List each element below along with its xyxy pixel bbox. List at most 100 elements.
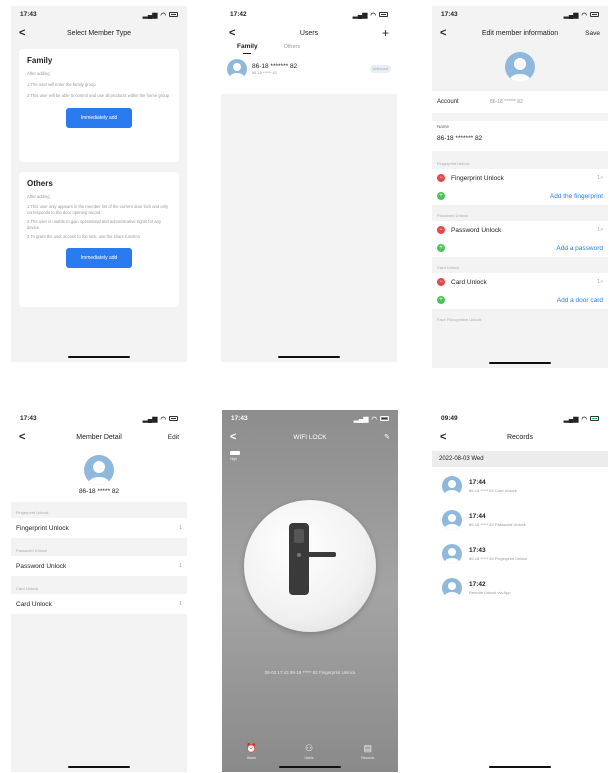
fingerprint-count: 1 — [179, 525, 182, 531]
unlock-sections: Fingerprint Unlock − Fingerprint Unlock … — [432, 157, 608, 325]
family-point-2: 2.This user will be able to control and … — [27, 93, 169, 98]
home-indicator — [68, 356, 130, 358]
password-section-label: Password Unlock — [437, 213, 468, 218]
date-header: 2022-08-03 Wed — [432, 451, 608, 467]
account-value: 86-18 ****** 82 — [490, 99, 523, 105]
others-add-button[interactable]: Immediately add — [66, 248, 132, 268]
card-item[interactable]: − Card Unlock 1> — [432, 273, 608, 291]
back-button[interactable]: < — [229, 27, 235, 39]
add-icon[interactable]: + — [437, 244, 445, 252]
edit-button[interactable]: Edit — [168, 434, 179, 441]
nav-users[interactable]: ⚇ Users — [305, 743, 314, 760]
home-indicator — [278, 356, 340, 358]
add-fingerprint-row[interactable]: + Add the fingerprint — [432, 187, 608, 205]
record-time: 17:44 — [469, 479, 486, 486]
save-button[interactable]: Save — [585, 30, 600, 37]
back-button[interactable]: < — [19, 27, 25, 39]
avatar — [227, 59, 247, 79]
record-item[interactable]: 17:44 86-18 ***** 82 Card Unlock — [432, 471, 608, 501]
records-list: 17:44 86-18 ***** 82 Card Unlock 17:44 86-… — [432, 471, 608, 603]
record-item[interactable]: 17:42 Remote Unlock via App — [432, 573, 608, 603]
password-item[interactable]: − Password Unlock 1> — [432, 221, 608, 239]
avatar-area — [432, 43, 608, 91]
screen-edit-member: 17:43 ▂▄▆ ◠ < Edit member information Sav… — [432, 6, 608, 368]
add-icon[interactable]: + — [437, 192, 445, 200]
fingerprint-item-label: Fingerprint Unlock — [451, 174, 504, 182]
record-desc: 86-18 ***** 82 Fingerprint Unlock — [469, 556, 528, 561]
page-title: Users — [299, 29, 319, 37]
add-user-button[interactable]: + — [382, 26, 389, 40]
tab-others[interactable]: Others — [284, 43, 301, 56]
fingerprint-section-label: Fingerprint Unlock — [16, 510, 49, 515]
record-time: 17:42 — [469, 581, 486, 588]
nav-bar: < Select Member Type — [11, 23, 187, 43]
remove-icon[interactable]: − — [437, 226, 445, 234]
status-bar: 17:43 ▂▄▆ ◠ — [11, 410, 187, 427]
avatar[interactable] — [505, 52, 535, 82]
signal-icons: ▂▄▆ ◠ — [143, 415, 178, 423]
tab-family[interactable]: Family — [237, 43, 258, 56]
nav-records[interactable]: ▤ Records — [361, 743, 374, 760]
back-button[interactable]: < — [19, 431, 25, 443]
edit-pencil-icon[interactable]: ✎ — [384, 433, 390, 441]
screen-select-member-type: 17:43 ▂▄▆ ◠ < Select Member Type Family A… — [11, 6, 187, 362]
remove-icon[interactable]: − — [437, 174, 445, 182]
avatar — [442, 544, 462, 564]
password-row-label: Password Unlock — [16, 562, 67, 570]
user-name: 86-18 ******* 82 — [252, 63, 298, 70]
add-icon[interactable]: + — [437, 296, 445, 304]
status-bar: 17:43 ▂▄▆ ◠ — [432, 6, 608, 23]
add-card-row[interactable]: + Add a door card — [432, 291, 608, 309]
others-card: Others After adding 1.This user only app… — [19, 172, 179, 307]
battery-icon — [169, 416, 178, 421]
status-time: 17:43 — [20, 11, 37, 18]
record-item[interactable]: 17:44 86-18 ***** 82 Password Unlock — [432, 505, 608, 535]
page-title: Member Detail — [76, 433, 122, 441]
nav-alarm-label: Alarm — [246, 756, 256, 760]
avatar — [442, 476, 462, 496]
add-card-link[interactable]: Add a door card — [451, 297, 603, 304]
cellular-icon: ▂▄▆ — [563, 415, 579, 423]
name-field[interactable]: 86-18 ******* 82 — [437, 135, 603, 142]
alarm-icon: ⏰ — [245, 743, 257, 753]
wifi-icon: ◠ — [370, 11, 376, 19]
nav-bar: < Edit member information Save — [432, 23, 608, 43]
card-row[interactable]: Card Unlock 1 — [11, 594, 187, 614]
cellular-icon: ▂▄▆ — [142, 415, 158, 423]
cellular-icon: ▂▄▆ — [563, 11, 579, 19]
fingerprint-row[interactable]: Fingerprint Unlock 1 — [11, 518, 187, 538]
back-button[interactable]: < — [230, 431, 236, 443]
status-time: 17:43 — [441, 11, 458, 18]
record-item[interactable]: 17:43 86-18 ***** 82 Fingerprint Unlock — [432, 539, 608, 569]
battery-icon — [169, 12, 178, 17]
add-fingerprint-link[interactable]: Add the fingerprint — [451, 193, 603, 200]
nav-alarm[interactable]: ⏰ Alarm — [246, 743, 257, 760]
battery-level-icon — [230, 451, 240, 455]
door-lock-icon — [289, 523, 309, 595]
family-add-button[interactable]: Immediately add — [66, 108, 132, 128]
tab-bar: Family Others — [221, 43, 397, 56]
password-count: 1 — [179, 563, 182, 569]
page-title: Edit member information — [481, 29, 559, 37]
add-password-row[interactable]: + Add a password — [432, 239, 608, 257]
status-time: 17:43 — [231, 415, 248, 422]
wifi-icon: ◠ — [160, 415, 166, 423]
add-password-link[interactable]: Add a password — [451, 245, 603, 252]
home-indicator — [279, 766, 341, 768]
fingerprint-item[interactable]: − Fingerprint Unlock 1> — [432, 169, 608, 187]
back-button[interactable]: < — [440, 27, 446, 39]
nav-bar: < Users + — [221, 23, 397, 43]
door-handle — [304, 552, 336, 557]
account-label: Account — [437, 99, 459, 105]
card-count: 1 — [179, 601, 182, 607]
back-button[interactable]: < — [440, 431, 446, 443]
avatar — [442, 578, 462, 598]
unlock-button[interactable] — [244, 500, 376, 632]
user-list-item[interactable]: 86-18 ******* 82 86-18 ****** 82 Unbound — [221, 56, 397, 82]
chevron-right-icon: 1> — [597, 175, 603, 181]
password-row[interactable]: Password Unlock 1 — [11, 556, 187, 576]
remove-icon[interactable]: − — [437, 278, 445, 286]
nav-bar: < Member Detail Edit — [11, 427, 187, 447]
chevron-right-icon: 1> — [597, 227, 603, 233]
nav-users-label: Users — [304, 756, 314, 760]
